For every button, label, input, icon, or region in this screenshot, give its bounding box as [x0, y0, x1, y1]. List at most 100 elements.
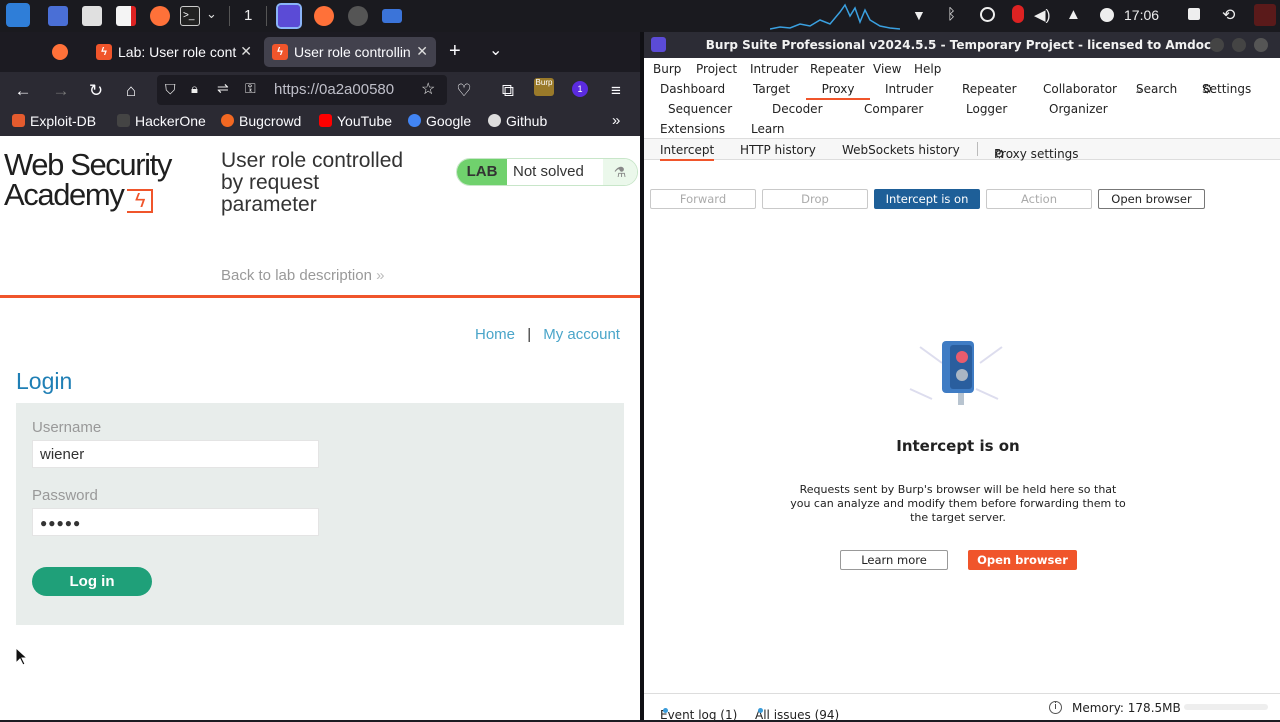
volume-icon[interactable]: ◀) — [1034, 6, 1051, 24]
home-icon[interactable]: ⌂ — [120, 80, 142, 102]
list-tabs-icon[interactable]: ⌄ — [489, 40, 502, 60]
lock-icon[interactable] — [1188, 8, 1200, 20]
open-browser-button[interactable]: Open browser — [1098, 189, 1205, 209]
permissions-icon[interactable]: ⇌ — [217, 80, 229, 97]
pocket-icon[interactable]: ♡ — [453, 80, 475, 102]
shield-icon[interactable]: ⛉ — [165, 81, 176, 98]
notifications-icon[interactable]: ▲ — [1066, 6, 1081, 23]
microphone-icon[interactable] — [1012, 5, 1024, 23]
menu-help[interactable]: Help — [914, 62, 941, 76]
maximize-icon[interactable] — [1232, 38, 1246, 52]
menu-view[interactable]: View — [873, 62, 901, 76]
subtab-websockets-history[interactable]: WebSockets history — [842, 143, 960, 157]
more-bookmarks-icon[interactable]: » — [612, 112, 620, 129]
tab-dashboard[interactable]: Dashboard — [660, 82, 725, 96]
minimize-icon[interactable] — [1210, 38, 1224, 52]
window-title-bar: Burp Suite Professional v2024.5.5 - Temp… — [644, 32, 1280, 58]
menu-project[interactable]: Project — [696, 62, 737, 76]
lock-icon[interactable]: 🔒︎ — [191, 81, 198, 97]
subtab-http-history[interactable]: HTTP history — [740, 143, 816, 157]
text-editor-icon[interactable] — [116, 6, 136, 26]
tab-decoder[interactable]: Decoder — [772, 102, 823, 116]
status-bar: Event log (1) All issues (94) i Memory: … — [644, 693, 1280, 722]
memory-bar — [1184, 704, 1268, 710]
bookmark-bugcrowd[interactable]: Bugcrowd — [221, 113, 301, 129]
forward-icon[interactable]: → — [50, 80, 72, 102]
action-button[interactable]: Action — [986, 189, 1092, 209]
firefox-window-icon[interactable] — [314, 6, 334, 26]
burp-extension-icon[interactable]: Burp — [534, 78, 554, 96]
bookmark-hackerone[interactable]: HackerOne — [117, 113, 206, 129]
kali-menu-icon[interactable] — [6, 3, 30, 27]
extension-badge-icon[interactable]: 1 — [572, 81, 588, 97]
info-icon[interactable]: i — [1049, 701, 1062, 714]
app-window-icon[interactable] — [348, 6, 368, 26]
nav-home-link[interactable]: Home — [475, 326, 515, 343]
desktop-icon[interactable] — [48, 6, 68, 26]
key-icon[interactable]: ⚿ — [245, 80, 256, 97]
bookmark-star-icon[interactable]: ☆ — [421, 79, 435, 99]
tab-lab-description[interactable]: ϟ Lab: User role cont ✕ — [88, 37, 260, 67]
login-button[interactable]: Log in — [32, 567, 152, 596]
menu-icon[interactable]: ≡ — [605, 80, 627, 102]
clock-time[interactable]: 17:06 — [1124, 7, 1159, 23]
tab-target[interactable]: Target — [753, 82, 790, 96]
tab-intruder[interactable]: Intruder — [885, 82, 933, 96]
learn-more-button[interactable]: Learn more — [840, 550, 948, 570]
password-field[interactable]: ●●●●● — [32, 508, 319, 536]
intercept-toggle-button[interactable]: Intercept is on — [874, 189, 980, 209]
user-avatar[interactable] — [1254, 4, 1276, 26]
menu-repeater[interactable]: Repeater — [810, 62, 865, 76]
firefox-view-icon[interactable] — [52, 44, 68, 60]
tab-extensions[interactable]: Extensions — [660, 122, 725, 136]
burp-taskbar-icon[interactable] — [276, 3, 302, 29]
back-icon[interactable]: ← — [12, 80, 34, 102]
logo-bolt-icon: ϟ — [127, 189, 154, 213]
bookmark-exploit-db[interactable]: Exploit-DB — [12, 113, 96, 129]
web-security-academy-logo[interactable]: Web Security Academy ϟ — [4, 149, 172, 213]
tab-lab-page[interactable]: ϟ User role controllin ✕ — [264, 37, 436, 67]
tab-organizer[interactable]: Organizer — [1049, 102, 1108, 116]
tab-comparer[interactable]: Comparer — [864, 102, 923, 116]
menu-burp[interactable]: Burp — [653, 62, 681, 76]
username-field[interactable]: wiener — [32, 440, 319, 468]
nav-my-account-link[interactable]: My account — [543, 326, 620, 343]
tab-learn[interactable]: Learn — [751, 122, 785, 136]
subtab-intercept[interactable]: Intercept — [660, 143, 715, 161]
new-tab-icon[interactable]: + — [449, 40, 461, 63]
bugcrowd-icon — [221, 114, 234, 127]
reload-icon[interactable]: ↻ — [85, 80, 107, 102]
workspace-number[interactable]: 1 — [244, 7, 252, 24]
vpn-icon[interactable] — [980, 7, 995, 22]
extensions-icon[interactable]: ⧉ — [497, 80, 519, 102]
tab-repeater[interactable]: Repeater — [962, 82, 1017, 96]
bookmark-youtube[interactable]: YouTube — [319, 113, 392, 129]
forward-button[interactable]: Forward — [650, 189, 756, 209]
url-bar[interactable]: ⛉ 🔒︎ ⇌ ⚿ https://0a2a00580 ☆ — [157, 75, 447, 105]
firefox-icon[interactable] — [150, 6, 170, 26]
tab-label: Lab: User role cont — [118, 44, 237, 60]
menu-intruder[interactable]: Intruder — [750, 62, 798, 76]
logout-icon[interactable]: ⟲ — [1222, 5, 1235, 25]
clock-icon — [1100, 8, 1114, 22]
bookmark-github[interactable]: Github — [488, 113, 547, 129]
file-manager-icon[interactable] — [82, 6, 102, 26]
drop-button[interactable]: Drop — [762, 189, 868, 209]
tab-sequencer[interactable]: Sequencer — [668, 102, 732, 116]
close-icon[interactable] — [1254, 38, 1268, 52]
tab-collaborator[interactable]: Collaborator — [1043, 82, 1117, 96]
wifi-icon[interactable]: ▼ — [912, 7, 926, 23]
terminal-icon[interactable]: >_ — [180, 6, 200, 26]
open-browser-cta-button[interactable]: Open browser — [968, 550, 1077, 570]
tab-proxy[interactable]: Proxy — [806, 82, 870, 100]
bluetooth-icon[interactable]: ᛒ — [947, 6, 956, 23]
chevron-down-icon[interactable]: ⌄ — [206, 6, 217, 22]
close-tab-icon[interactable]: ✕ — [416, 43, 428, 60]
back-to-lab-link[interactable]: Back to lab description » — [221, 267, 384, 284]
close-tab-icon[interactable]: ✕ — [240, 43, 252, 60]
tab-logger[interactable]: Logger — [966, 102, 1007, 116]
intercept-description: Requests sent by Burp's browser will be … — [790, 483, 1126, 524]
bookmark-google[interactable]: Google — [408, 113, 471, 129]
url-text[interactable]: https://0a2a00580 — [274, 81, 412, 98]
folder-window-icon[interactable] — [382, 9, 402, 23]
